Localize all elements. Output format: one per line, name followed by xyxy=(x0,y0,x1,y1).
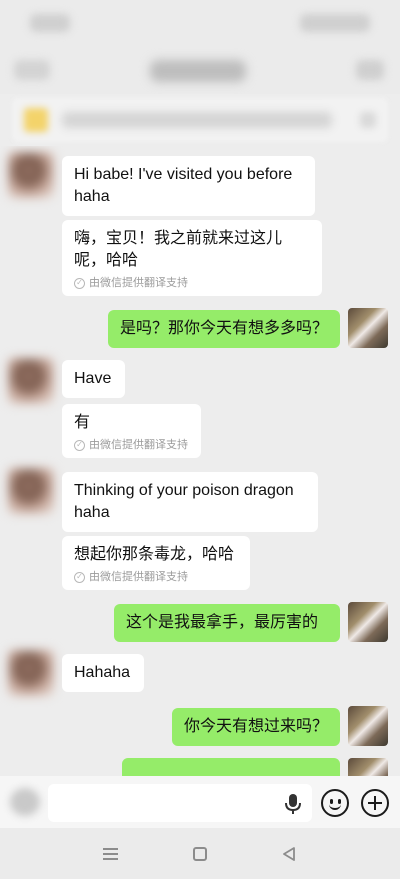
message-text: Hahaha xyxy=(74,664,131,681)
translation-text: 有 xyxy=(74,414,91,431)
check-icon: ✓ xyxy=(74,439,85,451)
translation-meta: 由微信提供翻译支持 xyxy=(89,571,188,583)
incoming-message[interactable]: Hahaha xyxy=(62,654,144,692)
plus-icon[interactable] xyxy=(361,789,389,817)
contact-avatar[interactable] xyxy=(8,650,54,696)
message-text: Have xyxy=(74,370,112,387)
my-avatar[interactable] xyxy=(348,706,388,746)
outgoing-message[interactable]: 这个是我最拿手，最厉害的 xyxy=(114,604,340,642)
status-bar xyxy=(0,0,400,48)
message-text: 你今天有想过来吗？ xyxy=(184,718,329,735)
back-icon[interactable] xyxy=(14,60,50,80)
message-text: 是吗？那你今天有想多多吗？ xyxy=(120,320,329,337)
notice-banner[interactable] xyxy=(12,98,388,142)
more-icon[interactable] xyxy=(356,60,384,80)
system-nav-bar xyxy=(0,828,400,879)
translation-meta: 由微信提供翻译支持 xyxy=(89,277,188,289)
outgoing-message[interactable]: 是吗？那你今天有想多多吗？ xyxy=(108,310,340,348)
contact-avatar[interactable] xyxy=(8,152,54,198)
my-avatar[interactable] xyxy=(348,308,388,348)
check-icon: ✓ xyxy=(74,277,85,289)
contact-avatar[interactable] xyxy=(8,358,54,404)
notice-icon xyxy=(24,108,48,132)
input-bar xyxy=(0,776,400,828)
translation-card[interactable]: 有 ✓ 由微信提供翻译支持 xyxy=(62,404,201,458)
translation-card[interactable]: 嗨，宝贝！我之前就来过这儿呢，哈哈 ✓ 由微信提供翻译支持 xyxy=(62,220,322,296)
incoming-message[interactable]: Thinking of your poison dragon haha xyxy=(62,472,318,532)
translation-card[interactable]: 想起你那条毒龙，哈哈 ✓ 由微信提供翻译支持 xyxy=(62,536,250,590)
close-icon[interactable] xyxy=(360,112,376,128)
emoji-icon[interactable] xyxy=(321,789,349,817)
home-icon[interactable] xyxy=(193,847,207,861)
my-avatar[interactable] xyxy=(348,602,388,642)
outgoing-message[interactable] xyxy=(122,758,340,776)
translation-meta: 由微信提供翻译支持 xyxy=(89,439,188,451)
contact-avatar[interactable] xyxy=(8,468,54,514)
message-input[interactable] xyxy=(48,784,312,822)
status-time xyxy=(30,14,70,32)
incoming-message[interactable]: Hi babe! I've visited you before haha xyxy=(62,156,315,216)
notice-text xyxy=(62,112,332,128)
message-text: Thinking of your poison dragon haha xyxy=(74,482,294,521)
message-text: 这个是我最拿手，最厉害的 xyxy=(126,614,319,631)
my-avatar[interactable] xyxy=(348,758,388,776)
status-icons xyxy=(300,14,370,32)
chat-title xyxy=(150,60,246,82)
translation-text: 想起你那条毒龙，哈哈 xyxy=(74,546,235,563)
voice-toggle-icon[interactable] xyxy=(10,788,40,816)
chat-header xyxy=(0,48,400,94)
check-icon: ✓ xyxy=(74,571,85,583)
menu-icon[interactable] xyxy=(103,848,118,860)
message-text: Hi babe! I've visited you before haha xyxy=(74,166,293,205)
back-icon[interactable] xyxy=(282,847,296,861)
mic-icon[interactable] xyxy=(284,793,302,815)
outgoing-message[interactable]: 你今天有想过来吗？ xyxy=(172,708,340,746)
incoming-message[interactable]: Have xyxy=(62,360,125,398)
translation-text: 嗨，宝贝！我之前就来过这儿呢，哈哈 xyxy=(74,230,283,269)
message-list[interactable]: Hi babe! I've visited you before haha 嗨，… xyxy=(0,146,400,776)
